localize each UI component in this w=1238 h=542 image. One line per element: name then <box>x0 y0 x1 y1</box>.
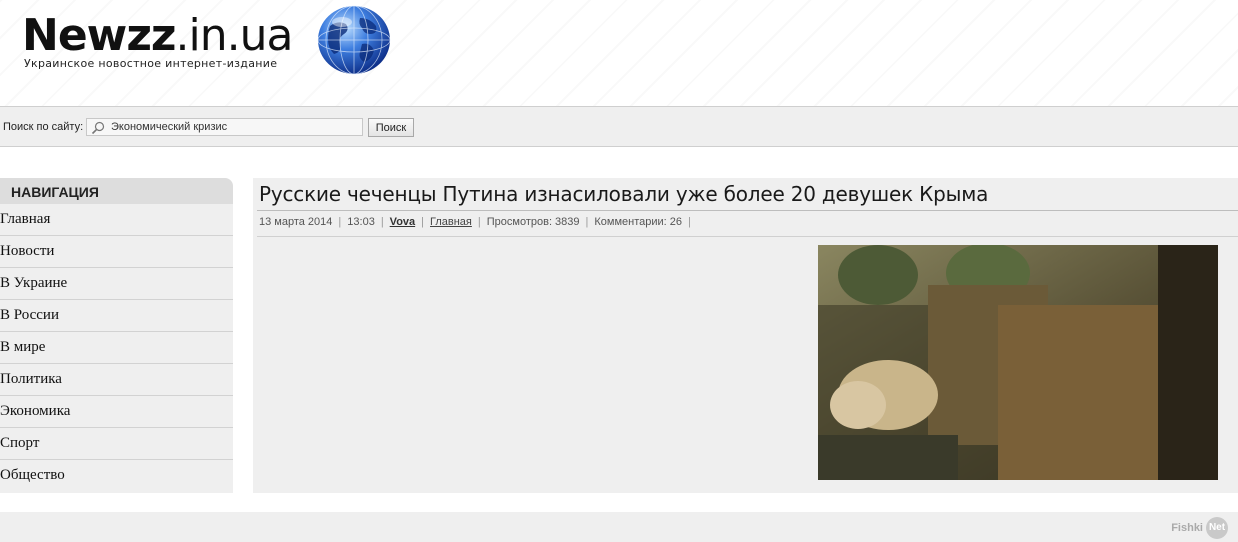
article-author-link[interactable]: Vova <box>390 216 415 228</box>
search-bar: Поиск по сайту: Поиск <box>0 106 1238 147</box>
nav-item-russia[interactable]: В России <box>0 300 233 332</box>
meta-separator: | <box>338 216 342 228</box>
fishki-watermark: Fishki Net <box>1171 517 1228 539</box>
article-meta: 13 марта 2014 | 13:03 | Vova | Главная | Просмот… <box>259 216 697 228</box>
search-button[interactable]: Поиск <box>368 118 414 137</box>
globe-icon <box>317 5 391 75</box>
meta-separator: | <box>477 216 481 228</box>
search-input[interactable] <box>86 118 363 136</box>
search-label: Поиск по сайту: <box>3 121 84 133</box>
logo-domain-text: .in.ua <box>175 10 294 61</box>
meta-separator: | <box>688 216 691 228</box>
nav-item-news[interactable]: Новости <box>0 236 233 268</box>
watermark-net-badge: Net <box>1206 517 1228 539</box>
nav-item-home[interactable]: Главная <box>0 204 233 236</box>
article-image <box>818 245 1218 480</box>
page-footer: Fishki Net <box>0 512 1238 542</box>
sidebar-navigation: НАВИГАЦИЯ Главная Новости В Украине В Ро… <box>0 178 233 493</box>
site-tagline: Украинское новостное интернет-издание <box>24 57 278 70</box>
logo-bold-text: Newzz <box>22 10 177 61</box>
meta-divider <box>257 236 1238 237</box>
nav-item-society[interactable]: Общество <box>0 460 233 492</box>
nav-list: Главная Новости В Украине В России В мир… <box>0 204 233 493</box>
article-date: 13 марта 2014 <box>259 216 333 228</box>
meta-separator: | <box>585 216 589 228</box>
nav-item-world[interactable]: В мире <box>0 332 233 364</box>
meta-separator: | <box>380 216 384 228</box>
meta-separator: | <box>421 216 425 228</box>
site-header: Newzz.in.ua Украинское новостное интерне… <box>0 0 1238 106</box>
watermark-fishki-text: Fishki <box>1171 522 1203 534</box>
search-icon <box>91 121 105 135</box>
nav-item-sport[interactable]: Спорт <box>0 428 233 460</box>
site-logo[interactable]: Newzz.in.ua <box>22 8 294 64</box>
article-panel: Русские чеченцы Путина изнасиловали уже … <box>253 178 1238 493</box>
title-divider <box>257 210 1238 211</box>
article-time: 13:03 <box>347 216 375 228</box>
article-category-link[interactable]: Главная <box>430 216 472 228</box>
nav-item-politics[interactable]: Политика <box>0 364 233 396</box>
article-comments: Комментарии: 26 <box>594 216 683 228</box>
article-views: Просмотров: 3839 <box>486 216 580 228</box>
nav-header: НАВИГАЦИЯ <box>0 178 233 204</box>
article-title[interactable]: Русские чеченцы Путина изнасиловали уже … <box>259 182 988 206</box>
nav-item-ukraine[interactable]: В Украине <box>0 268 233 300</box>
nav-item-economy[interactable]: Экономика <box>0 396 233 428</box>
